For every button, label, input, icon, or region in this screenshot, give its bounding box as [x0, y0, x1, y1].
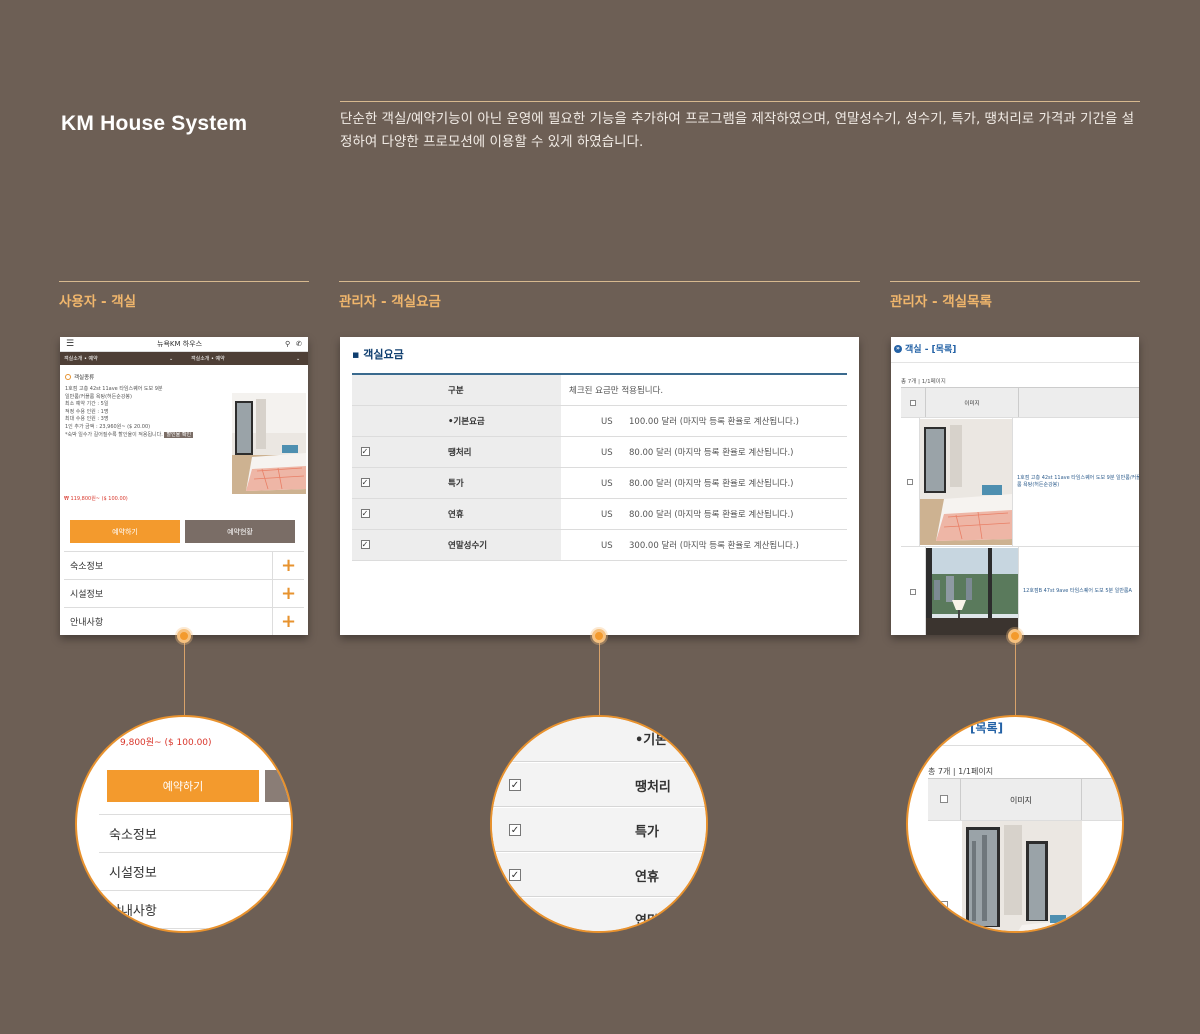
table-row: 연말성: [492, 898, 706, 931]
table-row: ✓ 땡처리: [492, 763, 706, 807]
accordion-item[interactable]: 시설정보: [99, 853, 291, 891]
chevron-icon: »: [894, 344, 902, 353]
room-table: 이미지 1호점 고층 42st 11ave 타임스퀘어 도보 9분 일반룸/커플…: [901, 387, 1139, 635]
room-list-heading: » 객실 - [목록]: [894, 342, 956, 355]
chevron-down-icon[interactable]: ⌄: [169, 356, 185, 362]
nav-left[interactable]: 객실소개 • 예약: [64, 355, 169, 362]
select-all-checkbox[interactable]: [940, 795, 948, 803]
mobile-topbar: ☰ 뉴욕KM 하우스 ⚲ ✆: [60, 337, 308, 352]
table-header: 이미지: [901, 387, 1139, 417]
bullet-icon: [65, 374, 71, 380]
section-title-admin-rooms: 관리자 - 객실목록: [890, 294, 992, 310]
table-row: 12호점B 47st 9ave 타임스퀘어 도보 5분 일반룸A: [901, 546, 1139, 635]
table-row: ✓ 특가: [492, 808, 706, 852]
section-divider: [339, 281, 860, 282]
checkbox[interactable]: ✓: [360, 477, 370, 487]
project-title: KM House System: [61, 112, 248, 135]
checkbox[interactable]: ✓: [509, 869, 521, 881]
divider: [891, 362, 1139, 363]
plus-icon[interactable]: +: [272, 607, 304, 635]
checkbox[interactable]: ✓: [360, 446, 370, 456]
reservation-status-button[interactable]: 예약현황: [185, 520, 295, 543]
zoom-mobile: 9,800원~ ($ 100.00) 예약하기 숙소정보 시설정보 안내사항: [75, 715, 293, 933]
reservation-status-button[interactable]: [265, 770, 291, 802]
discount-button[interactable]: 할인율 확인: [164, 431, 194, 438]
accordion-item[interactable]: 숙소정보 +: [64, 551, 304, 580]
room-thumbnail[interactable]: [926, 547, 1018, 636]
fee-heading: ▪ 객실요금: [352, 348, 404, 361]
row-checkbox[interactable]: [906, 479, 913, 485]
checkbox[interactable]: ✓: [360, 508, 370, 518]
room-count: 총 7개 | 1/1페이지: [901, 379, 946, 385]
project-description: 단순한 객실/예약기능이 아닌 운영에 필요한 기능을 추가하여 프로그램을 제…: [340, 111, 1135, 150]
checkbox[interactable]: ✓: [509, 779, 521, 791]
reserve-button[interactable]: 예약하기: [70, 520, 180, 543]
room-info: 1호점 고층 42st 11ave 타임스퀘어 도보 9분 일반룸/커플룸 욕탕…: [65, 386, 194, 438]
menu-icon[interactable]: ☰: [66, 339, 74, 349]
select-all-checkbox[interactable]: [910, 399, 916, 406]
mobile-room-screen: ☰ 뉴욕KM 하우스 ⚲ ✆ 객실소개 • 예약 ⌄ 객실소개 • 예약 ⌄ 객…: [60, 337, 308, 635]
connector-line: [1015, 636, 1016, 716]
section-title-user-room: 사용자 - 객실: [59, 294, 137, 310]
connector-line: [184, 636, 185, 726]
pin-marker: [1008, 629, 1022, 643]
fee-table: 구분 체크된 요금만 적용됩니다. •기본요금 US 100.00 달러 (마지막…: [352, 373, 847, 561]
checkbox[interactable]: ✓: [360, 539, 370, 549]
chevron-down-icon[interactable]: ⌄: [296, 356, 304, 362]
row-checkbox[interactable]: [910, 588, 916, 595]
room-thumbnail[interactable]: [962, 821, 1082, 933]
app-title: 뉴욕KM 하우스: [157, 340, 203, 348]
mobile-nav: 객실소개 • 예약 ⌄ 객실소개 • 예약 ⌄: [60, 352, 308, 365]
section-divider: [890, 281, 1140, 282]
zoom-room-list: [목록] 총 7개 | 1/1페이지 이미지 1호: [906, 715, 1124, 933]
table-row: •기본: [492, 717, 706, 762]
table-row: ✓ 연휴: [492, 853, 706, 897]
plus-icon[interactable]: +: [272, 551, 304, 580]
nav-right[interactable]: 객실소개 • 예약: [185, 355, 296, 362]
table-header: 이미지: [928, 778, 1122, 821]
table-row: ✓ 연휴 US 80.00 달러 (마지막 등록 환율로 계산됩니다.): [352, 498, 847, 530]
table-row: •기본요금 US 100.00 달러 (마지막 등록 환율로 계산됩니다.): [352, 405, 847, 437]
search-icon[interactable]: ⚲: [285, 340, 290, 348]
plus-icon[interactable]: +: [272, 579, 304, 608]
admin-room-list-screen: » 객실 - [목록] 총 7개 | 1/1페이지 이미지 1호점 고층 42s…: [891, 337, 1139, 635]
admin-fee-screen: ▪ 객실요금 구분 체크된 요금만 적용됩니다. •기본요금 US 100.00 …: [340, 337, 859, 635]
room-title-link[interactable]: 1호점 고층 42st 11ave 타임스퀘어 도보 9분 일반룸/커플룸 욕탕…: [1013, 418, 1139, 546]
connector-line: [599, 636, 600, 716]
section-title-admin-fee: 관리자 - 객실요금: [339, 294, 441, 310]
room-photo: [232, 393, 306, 494]
table-row: 1호: [928, 820, 1122, 933]
header-divider: [340, 101, 1140, 102]
accordion-item[interactable]: 안내사항: [99, 891, 291, 929]
accordion-item[interactable]: 숙소정보: [99, 815, 291, 853]
phone-icon[interactable]: ✆: [296, 340, 302, 348]
table-row: ✓ 특가 US 80.00 달러 (마지막 등록 환율로 계산됩니다.): [352, 467, 847, 499]
table-header: 구분 체크된 요금만 적용됩니다.: [352, 374, 847, 406]
checkbox[interactable]: ✓: [509, 824, 521, 836]
room-type-heading: 객실종류: [60, 365, 308, 381]
row-checkbox[interactable]: [940, 901, 948, 909]
room-price: ₩ 119,800원~ ($ 100.00): [64, 496, 128, 502]
accordion-item[interactable]: 시설정보 +: [64, 579, 304, 608]
room-thumbnail[interactable]: [919, 419, 1012, 545]
table-row: 1호점 고층 42st 11ave 타임스퀘어 도보 9분 일반룸/커플룸 욕탕…: [901, 417, 1139, 546]
pin-marker: [592, 629, 606, 643]
reserve-button[interactable]: 예약하기: [107, 770, 259, 802]
zoom-fee-table: •기본 ✓ 땡처리 ✓ 특가 ✓ 연휴 연말성: [490, 715, 708, 933]
section-divider: [59, 281, 309, 282]
pin-marker: [177, 629, 191, 643]
room-title-link[interactable]: 12호점B 47st 9ave 타임스퀘어 도보 5분 일반룸A: [1019, 547, 1132, 635]
table-row: ✓ 땡처리 US 80.00 달러 (마지막 등록 환율로 계산됩니다.): [352, 436, 847, 468]
info-accordion: 숙소정보 + 시설정보 + 안내사항 +: [64, 551, 304, 635]
table-row: ✓ 연말성수기 US 300.00 달러 (마지막 등록 환율로 계산됩니다.): [352, 529, 847, 561]
